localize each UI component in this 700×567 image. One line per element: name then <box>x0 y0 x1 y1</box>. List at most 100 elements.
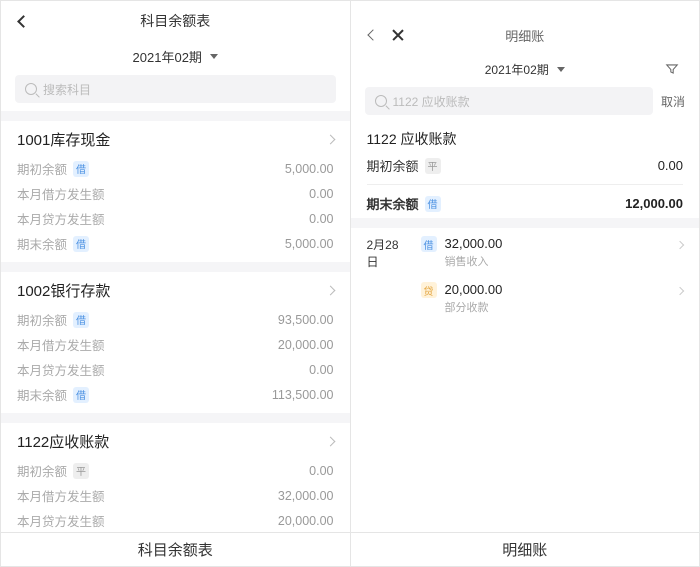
opening-balance-row: 期初余额 平 0.00 <box>351 151 700 180</box>
closing-balance-row: 期末余额 借 12,000.00 <box>351 189 700 218</box>
row-value: 20,000.00 <box>278 514 334 528</box>
row-label: 本月借方发生额 <box>17 486 105 505</box>
row-label: 期初余额 <box>17 159 67 178</box>
ledger-search-input[interactable]: 1122 应收账款 <box>365 87 653 115</box>
entry-amount: 20,000.00 <box>445 282 670 297</box>
row-label: 本月贷方发生额 <box>17 511 105 530</box>
balance-row: 本月贷方发生额 0.00 <box>1 357 350 382</box>
chevron-right-icon <box>325 437 335 447</box>
balance-row: 本月借方发生额 32,000.00 <box>1 483 350 508</box>
chevron-down-icon <box>210 54 218 59</box>
account-header[interactable]: 1002银行存款 <box>1 272 350 307</box>
badge-icon: 借 <box>73 387 89 403</box>
balance-row: 期末余额借 113,500.00 <box>1 382 350 407</box>
search-placeholder: 搜索科目 <box>43 81 91 98</box>
back-icon[interactable] <box>367 29 378 40</box>
row-value: 5,000.00 <box>285 237 334 251</box>
row-value: 0.00 <box>309 464 333 478</box>
opening-label: 期初余额 <box>367 156 419 175</box>
chevron-right-icon <box>325 135 335 145</box>
captions-row: 科目余额表 明细账 <box>0 533 700 567</box>
account-name: 1002银行存款 <box>17 280 110 301</box>
row-label: 期末余额 <box>17 234 67 253</box>
balance-row: 本月贷方发生额 20,000.00 <box>1 508 350 532</box>
right-caption: 明细账 <box>351 533 700 566</box>
section-gap <box>1 413 350 423</box>
right-titlebar: 明细账 <box>351 15 700 55</box>
chevron-right-icon <box>325 286 335 296</box>
balance-row: 期末余额借 5,000.00 <box>1 231 350 256</box>
ledger-entry[interactable]: 贷 20,000.00 部分收款 <box>367 282 684 315</box>
row-value: 93,500.00 <box>278 313 334 327</box>
row-label: 期末余额 <box>17 385 67 404</box>
row-label: 本月借方发生额 <box>17 184 105 203</box>
accounts-list: 1001库存现金期初余额借5,000.00本月借方发生额0.00本月贷方发生额0… <box>1 111 350 532</box>
entries-list: 2月28日 借 32,000.00 销售收入 贷 20,000.00 部分收款 <box>351 228 700 319</box>
row-value: 32,000.00 <box>278 489 334 503</box>
search-icon <box>25 83 37 95</box>
row-value: 5,000.00 <box>285 162 334 176</box>
section-gap <box>351 218 700 228</box>
balance-row: 本月贷方发生额 0.00 <box>1 206 350 231</box>
balance-sheet-panel: 科目余额表 2021年02期 搜索科目 1001库存现金期初余额借5,000.0… <box>1 1 351 532</box>
section-gap <box>1 111 350 121</box>
right-title: 明细账 <box>505 26 544 45</box>
account-header[interactable]: 1001库存现金 <box>1 121 350 156</box>
entry-amount: 32,000.00 <box>445 236 670 251</box>
opening-value: 0.00 <box>658 158 683 173</box>
left-period-text: 2021年02期 <box>133 47 202 66</box>
cancel-button[interactable]: 取消 <box>661 93 685 110</box>
right-period-selector[interactable]: 2021年02期 <box>351 55 700 83</box>
search-icon <box>375 95 387 107</box>
ledger-search-value: 1122 应收账款 <box>393 93 470 110</box>
badge-icon: 平 <box>73 463 89 479</box>
close-icon[interactable] <box>391 28 405 42</box>
account-header[interactable]: 1122应收账款 <box>1 423 350 458</box>
chevron-right-icon <box>676 287 684 295</box>
row-label: 本月贷方发生额 <box>17 360 105 379</box>
row-label: 本月贷方发生额 <box>17 209 105 228</box>
left-period-selector[interactable]: 2021年02期 <box>1 41 350 71</box>
balance-row: 本月借方发生额 0.00 <box>1 181 350 206</box>
account-name: 1001库存现金 <box>17 129 110 150</box>
section-gap <box>1 262 350 272</box>
balance-row: 本月借方发生额 20,000.00 <box>1 332 350 357</box>
row-value: 0.00 <box>309 187 333 201</box>
badge-icon: 贷 <box>421 282 437 298</box>
row-value: 113,500.00 <box>272 388 334 402</box>
entry-date: 2月28日 <box>367 236 411 270</box>
left-title: 科目余额表 <box>140 11 210 31</box>
row-value: 0.00 <box>309 212 333 226</box>
filter-icon[interactable] <box>665 62 679 76</box>
ledger-detail-panel: 明细账 2021年02期 1122 应收账款 取消 1122 应收账款 期初余额… <box>351 1 700 532</box>
separator <box>367 184 684 185</box>
row-value: 20,000.00 <box>278 338 334 352</box>
left-titlebar: 科目余额表 <box>1 1 350 41</box>
detail-account-name: 1122 应收账款 <box>351 123 700 151</box>
closing-label: 期末余额 <box>367 194 419 213</box>
badge-icon: 借 <box>425 196 441 212</box>
ledger-entry[interactable]: 2月28日 借 32,000.00 销售收入 <box>367 236 684 270</box>
chevron-down-icon <box>557 67 565 72</box>
badge-icon: 平 <box>425 158 441 174</box>
back-icon[interactable] <box>17 15 30 28</box>
search-input[interactable]: 搜索科目 <box>15 75 336 103</box>
entry-desc: 部分收款 <box>445 299 670 315</box>
chevron-right-icon <box>676 241 684 249</box>
balance-row: 期初余额借 93,500.00 <box>1 307 350 332</box>
left-caption: 科目余额表 <box>1 533 351 566</box>
badge-icon: 借 <box>73 161 89 177</box>
badge-icon: 借 <box>73 236 89 252</box>
account-name: 1122应收账款 <box>17 431 109 452</box>
row-label: 期初余额 <box>17 310 67 329</box>
balance-row: 期初余额借 5,000.00 <box>1 156 350 181</box>
badge-icon: 借 <box>73 312 89 328</box>
entry-desc: 销售收入 <box>445 253 670 269</box>
badge-icon: 借 <box>421 236 437 252</box>
closing-value: 12,000.00 <box>625 196 683 211</box>
right-period-text: 2021年02期 <box>485 61 549 78</box>
row-label: 期初余额 <box>17 461 67 480</box>
row-value: 0.00 <box>309 363 333 377</box>
balance-row: 期初余额平 0.00 <box>1 458 350 483</box>
row-label: 本月借方发生额 <box>17 335 105 354</box>
